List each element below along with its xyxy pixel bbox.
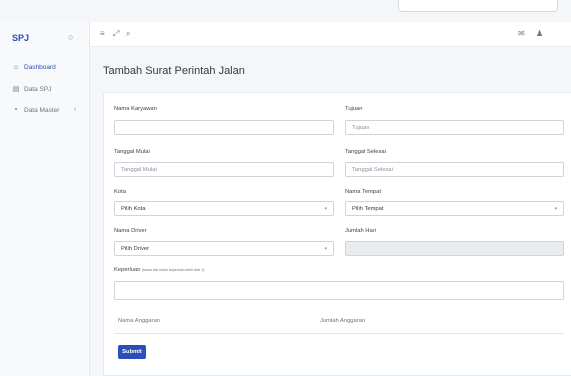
- nama-tempat-select-value: Pilih Tempat: [352, 205, 384, 212]
- keperluan-input[interactable]: [114, 281, 564, 300]
- label-kota: Kota: [114, 189, 126, 195]
- label-tujuan: Tujuan: [345, 106, 363, 112]
- keperluan-label-text: Keperluan: [114, 267, 141, 273]
- chevron-down-icon: ▾: [554, 206, 557, 212]
- sidebar-item-label: Data SPJ: [24, 85, 52, 93]
- nama-karyawan-input[interactable]: [114, 120, 334, 135]
- nama-driver-select[interactable]: Pilih Driver ▾: [114, 241, 334, 256]
- brand-logo[interactable]: SPJ: [12, 33, 29, 43]
- chevron-down-icon: ▾: [324, 206, 327, 212]
- nama-driver-select-value: Pilih Driver: [121, 245, 150, 252]
- label-jumlah-hari: Jumlah Hari: [345, 228, 376, 234]
- home-icon: ⌂: [13, 64, 19, 71]
- tanggal-selesai-input[interactable]: Tanggal Selesai: [345, 162, 564, 177]
- user-icon[interactable]: ♟: [536, 29, 543, 38]
- label-nama-tempat: Nama Tempat: [345, 189, 381, 195]
- chevron-down-icon: ▾: [324, 246, 327, 252]
- nama-tempat-select[interactable]: Pilih Tempat ▾: [345, 201, 564, 216]
- label-nama-driver: Nama Driver: [114, 228, 147, 234]
- tanggal-mulai-input[interactable]: Tanggal Mulai: [114, 162, 334, 177]
- pin-icon: ⬩: [14, 106, 18, 113]
- label-keperluan: Keperluan (tekan tab untuk keperluan leb…: [114, 267, 204, 273]
- search-icon[interactable]: ⌕: [126, 29, 130, 39]
- sidebar-item-label: Data Master: [24, 106, 60, 114]
- menu-icon[interactable]: ≡: [100, 29, 105, 38]
- window-frame: [398, 0, 558, 12]
- table-divider: [114, 333, 564, 334]
- topbar: ≡ ⤢ ⌕ ✉ ♟: [90, 22, 571, 47]
- column-header-jumlah-anggaran: Jumlah Anggaran: [320, 318, 366, 324]
- sidebar-item-label: Dashboard: [24, 64, 56, 71]
- sidebar-item-dashboard[interactable]: ⌂ Dashboard: [12, 64, 56, 71]
- kota-select-value: Pilih Kota: [121, 205, 146, 212]
- column-header-nama-anggaran: Nama Anggaran: [118, 318, 160, 324]
- page-title: Tambah Surat Perintah Jalan: [103, 65, 245, 77]
- mail-icon[interactable]: ✉: [518, 29, 525, 38]
- tujuan-input[interactable]: Tujuan: [345, 120, 564, 135]
- submit-button[interactable]: Submit: [118, 345, 146, 359]
- circle-icon[interactable]: ○: [68, 32, 73, 42]
- sidebar-item-data-master[interactable]: ⬩ Data Master: [12, 106, 60, 114]
- document-icon: ▤: [12, 86, 20, 93]
- sidebar: SPJ ○ ⌂ Dashboard ▤ Data SPJ ⬩ Data Mast…: [0, 22, 90, 376]
- kota-select[interactable]: Pilih Kota ▾: [114, 201, 334, 216]
- sidebar-item-data-spj[interactable]: ▤ Data SPJ: [12, 85, 52, 94]
- chevron-left-icon[interactable]: ‹: [74, 106, 76, 113]
- keperluan-hint: (tekan tab untuk keperluan lebih dari 1): [142, 268, 205, 272]
- jumlah-hari-field: [345, 241, 564, 256]
- label-nama-karyawan: Nama Karyawan: [114, 106, 157, 112]
- label-tanggal-mulai: Tanggal Mulai: [114, 149, 150, 155]
- expand-icon[interactable]: ⤢: [113, 29, 119, 39]
- label-tanggal-selesai: Tanggal Selesai: [345, 149, 386, 155]
